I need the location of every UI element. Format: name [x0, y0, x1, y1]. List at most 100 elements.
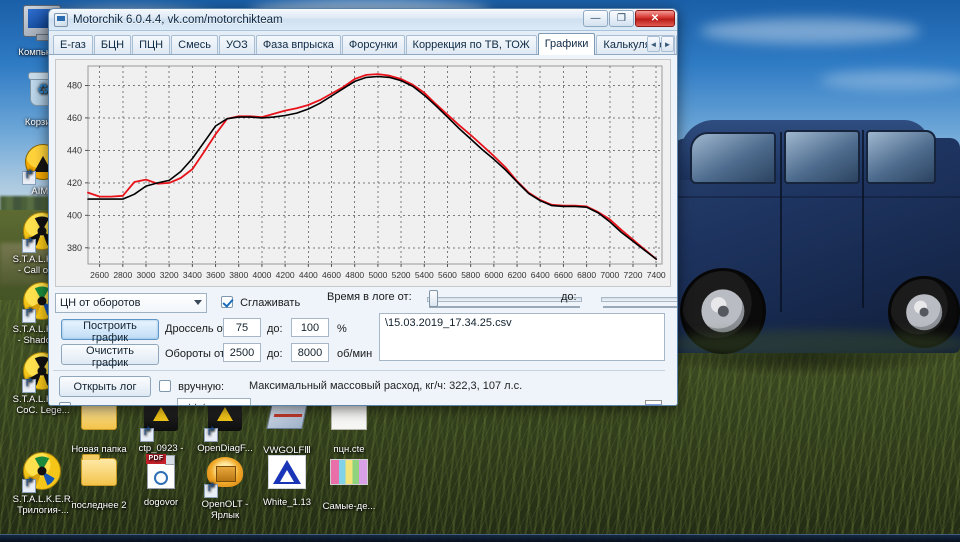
tab-grafiki[interactable]: Графики — [537, 33, 596, 55]
x-tick-label: 5000 — [368, 270, 387, 280]
max-flow-status: Максимальный массовый расход, кг/ч: 322,… — [249, 380, 523, 392]
build-graph-button[interactable]: Построить график — [61, 319, 159, 344]
shortcut-overlay-icon — [22, 169, 36, 185]
graph-type-row: ЦН от оборотов — [55, 293, 207, 313]
x-tick-label: 3000 — [137, 270, 156, 280]
russian-flag-icon[interactable] — [645, 400, 662, 405]
picture-icon — [329, 459, 369, 499]
throttle-from-input[interactable] — [223, 318, 261, 337]
clear-graph-button[interactable]: Очистить график — [61, 344, 159, 369]
x-tick-label: 4000 — [252, 270, 271, 280]
car-body-line — [666, 196, 960, 198]
chart-panel[interactable]: 2600 2800 3000 3200 3400 3600 3800 4000 4200 4400… — [55, 59, 671, 287]
x-tick-label: 4600 — [322, 270, 341, 280]
x-tick-label: 7000 — [600, 270, 619, 280]
auto-checkbox[interactable] — [59, 402, 71, 405]
close-button[interactable]: ✕ — [635, 10, 675, 27]
x-tick-label: 3400 — [183, 270, 202, 280]
auto-label: автомат. — [78, 403, 121, 405]
x-tick-label: 5400 — [415, 270, 434, 280]
file-select[interactable]: at.txt — [177, 398, 251, 405]
car-window — [690, 132, 776, 184]
shortcut-overlay-icon — [22, 377, 36, 393]
rpm-from-input[interactable] — [223, 343, 261, 362]
shortcut-overlay-icon — [140, 426, 154, 442]
throttle-unit-label: % — [337, 323, 347, 335]
tab-uoz[interactable]: УОЗ — [218, 35, 255, 54]
window-buttons: — ❐ ✕ — [583, 10, 675, 27]
y-tick-label: 440 — [67, 145, 82, 155]
window-title: Motorchik 6.0.4.4, vk.com/motorchikteam — [73, 13, 283, 26]
x-tick-label: 4200 — [276, 270, 295, 280]
throttle-to-input[interactable] — [291, 318, 329, 337]
white-icon — [267, 455, 307, 495]
x-tick-label: 6800 — [577, 270, 596, 280]
x-tick-label: 7400 — [647, 270, 666, 280]
car-window — [784, 130, 860, 184]
y-tick-label: 480 — [67, 80, 82, 90]
y-tick-label: 380 — [67, 243, 82, 253]
minimize-button[interactable]: — — [583, 10, 608, 27]
stalker-icon — [22, 452, 63, 493]
folder-icon — [79, 454, 119, 498]
section-divider — [53, 370, 665, 371]
slider-base — [603, 306, 677, 308]
tab-kvantovanie[interactable]: Квантование оборотов — [675, 35, 677, 54]
window-titlebar[interactable]: Motorchik 6.0.4.4, vk.com/motorchikteam … — [49, 9, 677, 31]
rpm-to-label: до: — [267, 348, 283, 360]
taskbar[interactable] — [0, 534, 960, 542]
desktop-icon-label: Самые-де... — [322, 501, 376, 512]
tab-pcn[interactable]: ПЦН — [132, 35, 171, 54]
tab-e-gas[interactable]: E-газ — [53, 35, 93, 54]
x-tick-label: 6600 — [554, 270, 573, 280]
log-file-path-box[interactable]: \15.03.2019_17.34.25.csv — [379, 313, 665, 361]
openolt-icon — [204, 457, 245, 498]
x-tick-label: 6400 — [531, 270, 550, 280]
opendiag-icon — [204, 401, 245, 442]
graph-type-select[interactable]: ЦН от оборотов — [55, 293, 207, 313]
manual-checkbox[interactable] — [159, 380, 171, 392]
car-ground-blend — [660, 330, 960, 358]
log-file-path-text: \15.03.2019_17.34.25.csv — [385, 317, 512, 329]
shortcut-overlay-icon — [22, 477, 36, 493]
cloud — [700, 18, 920, 44]
log-time-to-label: до: — [561, 291, 577, 303]
x-tick-label: 6200 — [508, 270, 527, 280]
grafiki-page: 2600 2800 3000 3200 3400 3600 3800 4000 4200 4400… — [49, 55, 677, 405]
tab-scroll-right-icon[interactable]: ► — [661, 36, 674, 52]
tab-bcn[interactable]: БЦН — [93, 35, 132, 54]
shortcut-overlay-icon — [22, 307, 36, 323]
tab-faza-vpryska[interactable]: Фаза впрыска — [255, 35, 341, 54]
open-log-button[interactable]: Открыть лог — [59, 376, 151, 397]
smoothing-checkbox[interactable] — [221, 296, 233, 308]
desktop-icon-samye-de[interactable]: Самые-де... — [310, 452, 388, 512]
x-tick-label: 3800 — [229, 270, 248, 280]
x-tick-label: 5200 — [392, 270, 411, 280]
throttle-to-label: до: — [267, 323, 283, 335]
cn-vs-rpm-chart: 2600 2800 3000 3200 3400 3600 3800 4000 4200 4400… — [67, 65, 666, 280]
app-window-icon — [54, 12, 68, 27]
shortcut-overlay-icon — [204, 482, 218, 498]
log-time-from-slider[interactable] — [427, 290, 582, 308]
smoothing-label: Сглаживать — [240, 297, 301, 309]
slider-thumb[interactable] — [429, 290, 438, 307]
rpm-to-input[interactable] — [291, 343, 329, 362]
y-tick-label: 460 — [67, 113, 82, 123]
x-tick-label: 2800 — [113, 270, 132, 280]
tab-korrekciya[interactable]: Коррекция по ТВ, ТОЖ — [405, 35, 537, 54]
manual-row[interactable]: вручную: — [159, 380, 224, 393]
cloud — [820, 70, 960, 90]
slider-track — [601, 297, 677, 302]
maximize-button[interactable]: ❐ — [609, 10, 634, 27]
auto-row[interactable]: автомат. — [59, 402, 121, 405]
x-tick-label: 3600 — [206, 270, 225, 280]
done-status: Выполнено! — [249, 404, 310, 405]
y-tick-label: 420 — [67, 178, 82, 188]
shortcut-icon — [140, 401, 181, 442]
log-time-to-slider[interactable] — [601, 290, 677, 308]
tab-smes[interactable]: Смесь — [171, 35, 218, 54]
tab-forsunki[interactable]: Форсунки — [341, 35, 405, 54]
slider-track — [427, 297, 582, 302]
tab-scroll-left-icon[interactable]: ◄ — [647, 36, 660, 52]
smoothing-row[interactable]: Сглаживать — [221, 296, 300, 309]
